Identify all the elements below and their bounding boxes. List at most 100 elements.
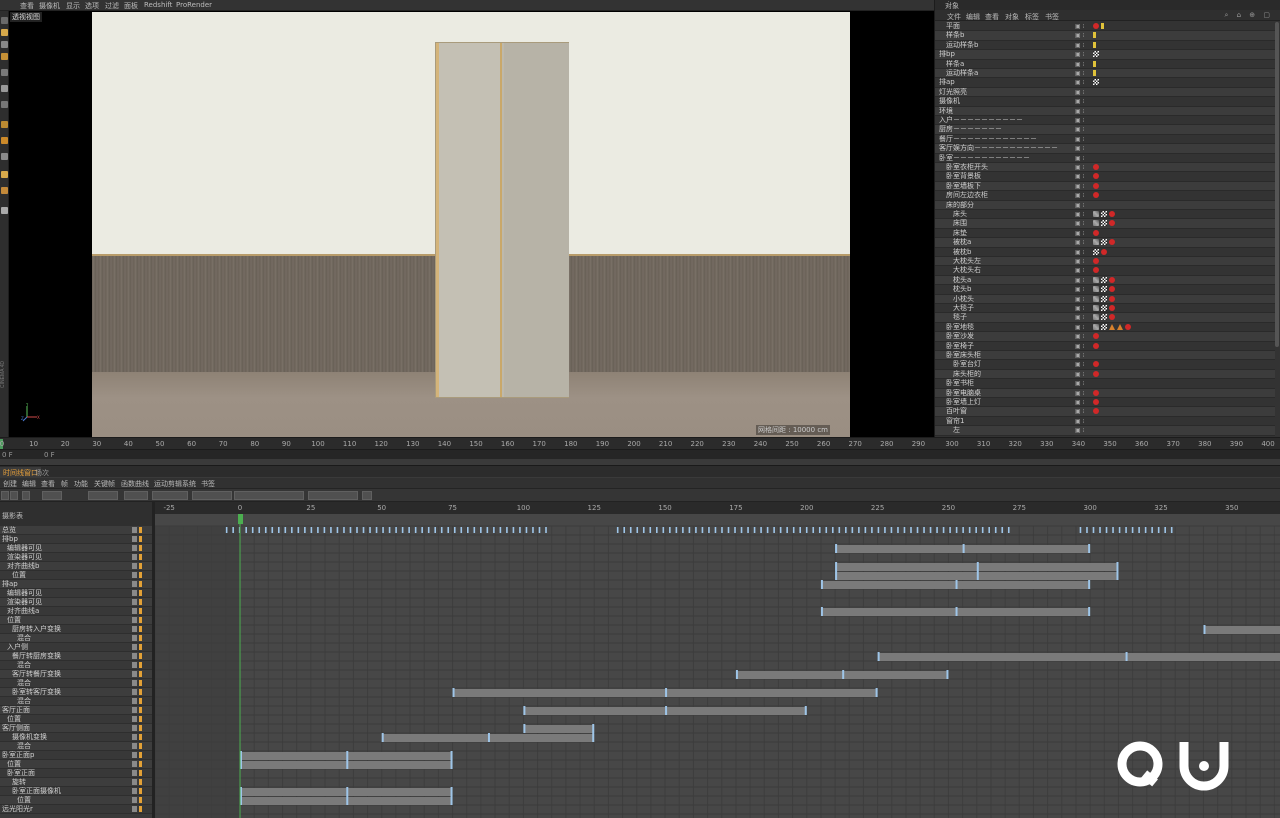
track-flags[interactable] (132, 599, 146, 605)
track-flags[interactable] (132, 635, 146, 641)
object-row[interactable]: 卧室墙上灯 ▣ ⁝ (935, 398, 1275, 408)
track-flags[interactable] (132, 527, 146, 533)
track-lock-icon[interactable] (139, 743, 142, 749)
track-flags[interactable] (132, 689, 146, 695)
object-tag-icon[interactable] (1093, 182, 1099, 189)
object-row[interactable]: 卧室电脑桌 ▣ ⁝ (935, 388, 1275, 398)
track-lock-icon[interactable] (139, 644, 142, 650)
object-tag-icon[interactable] (1093, 361, 1099, 368)
track-toggle-icon[interactable] (132, 608, 137, 614)
object-tag-icon[interactable] (1101, 295, 1107, 302)
menu-item-6[interactable]: Redshift (144, 1, 172, 9)
object-row[interactable]: 排ap ▣ ⁝ (935, 78, 1275, 88)
track-toggle-icon[interactable] (132, 788, 137, 794)
panel-options-icon[interactable]: ⋮ (945, 0, 1277, 8)
object-row[interactable]: 摄像机 ▣ ⁝ (935, 97, 1275, 107)
track-row[interactable]: 卧室正面摄像机 (0, 787, 152, 796)
visibility-toggle-icon[interactable]: ▣ ⁝ (1075, 89, 1084, 96)
visibility-toggle-icon[interactable]: ▣ ⁝ (1075, 192, 1084, 199)
menu-item-1[interactable]: 摄像机 (39, 1, 60, 11)
tool-icon[interactable] (1, 69, 8, 76)
track-flags[interactable] (132, 698, 146, 704)
object-row[interactable]: 餐厅－－－－－－－－－－－－ ▣ ⁝ (935, 135, 1275, 145)
object-row[interactable]: 卧室－－－－－－－－－－－ ▣ ⁝ (935, 154, 1275, 163)
toolbar-button-icon[interactable] (234, 491, 304, 500)
tool-icon[interactable] (1, 137, 8, 144)
visibility-toggle-icon[interactable]: ▣ ⁝ (1075, 51, 1084, 58)
track-lock-icon[interactable] (139, 608, 142, 614)
dopesheet-canvas[interactable] (155, 514, 1280, 818)
visibility-toggle-icon[interactable]: ▣ ⁝ (1075, 380, 1084, 387)
frame-field[interactable]: 0 F (2, 451, 13, 459)
track-toggle-icon[interactable] (132, 716, 137, 722)
track-row[interactable]: 远光阳光r (0, 805, 152, 814)
track-lock-icon[interactable] (139, 689, 142, 695)
object-row[interactable]: 样条b ▣ ⁝ (935, 31, 1275, 41)
track-flags[interactable] (132, 725, 146, 731)
track-lock-icon[interactable] (139, 671, 142, 677)
track-lock-icon[interactable] (139, 554, 142, 560)
track-toggle-icon[interactable] (132, 563, 137, 569)
object-tag-icon[interactable] (1101, 305, 1107, 311)
object-row[interactable]: 左 ▣ ⁝ (935, 426, 1275, 436)
menu-item-4[interactable]: 过滤 (105, 1, 119, 11)
object-row[interactable]: 卧室椅子 ▣ ⁝ (935, 342, 1275, 351)
object-row[interactable]: 厨房－－－－－－－ ▣ ⁝ (935, 125, 1275, 135)
timeline-menu-item[interactable]: 功能 (74, 479, 88, 489)
object-tag-icon[interactable] (1093, 60, 1096, 67)
object-row[interactable]: 客厅娱方向－－－－－－－－－－－－ ▣ ⁝ (935, 144, 1275, 154)
track-row[interactable]: 厨房转入户变换 (0, 625, 152, 634)
track-lock-icon[interactable] (139, 590, 142, 596)
menu-item-0[interactable]: 查看 (20, 1, 34, 11)
object-row[interactable]: 大毯子 ▣ ⁝ (935, 304, 1275, 314)
track-toggle-icon[interactable] (132, 590, 137, 596)
track-lock-icon[interactable] (139, 761, 142, 767)
track-flags[interactable] (132, 536, 146, 542)
visibility-toggle-icon[interactable]: ▣ ⁝ (1075, 211, 1084, 218)
track-row[interactable]: 混合 (0, 661, 152, 670)
timeline-menu-item[interactable]: 关键帧 (94, 479, 115, 489)
object-tag-icon[interactable] (1093, 23, 1099, 29)
object-row[interactable]: 床垫 ▣ ⁝ (935, 229, 1275, 239)
object-tag-icon[interactable] (1093, 408, 1099, 415)
track-flags[interactable] (132, 581, 146, 587)
track-toggle-icon[interactable] (132, 779, 137, 785)
toolbar-button-icon[interactable] (10, 491, 18, 500)
track-flags[interactable] (132, 707, 146, 713)
visibility-toggle-icon[interactable]: ▣ ⁝ (1075, 155, 1084, 162)
object-row[interactable]: 环境 ▣ ⁝ (935, 106, 1275, 116)
object-row[interactable]: 床的部分 ▣ ⁝ (935, 200, 1275, 210)
visibility-toggle-icon[interactable]: ▣ ⁝ (1075, 164, 1084, 171)
object-tag-icon[interactable] (1109, 305, 1115, 311)
object-tag-icon[interactable] (1093, 51, 1099, 58)
toolbar-button-icon[interactable] (362, 491, 372, 500)
timeline-menu-item[interactable]: 函数曲线 (121, 479, 149, 489)
visibility-toggle-icon[interactable]: ▣ ⁝ (1075, 408, 1084, 415)
object-row[interactable]: 毯子 ▣ ⁝ (935, 313, 1275, 323)
visibility-toggle-icon[interactable]: ▣ ⁝ (1075, 352, 1084, 359)
track-lock-icon[interactable] (139, 788, 142, 794)
track-lock-icon[interactable] (139, 770, 142, 776)
visibility-toggle-icon[interactable]: ▣ ⁝ (1075, 145, 1084, 152)
track-toggle-icon[interactable] (132, 734, 137, 740)
track-row[interactable]: 编辑器可见 (0, 544, 152, 553)
tool-icon[interactable] (1, 101, 8, 108)
object-row[interactable]: 卧室墙板下 ▣ ⁝ (935, 181, 1275, 192)
object-tag-icon[interactable] (1093, 295, 1099, 302)
track-flags[interactable] (132, 779, 146, 785)
object-row[interactable]: 平面 ▣ ⁝ (935, 22, 1275, 32)
track-lock-icon[interactable] (139, 734, 142, 740)
visibility-toggle-icon[interactable]: ▣ ⁝ (1075, 296, 1084, 303)
track-lock-icon[interactable] (139, 680, 142, 686)
viewport-frame-ruler[interactable]: 0 10 20 30 40 50 60 70 80 90 100 110 120 130 140 150 160… (0, 437, 935, 449)
object-row[interactable]: 大枕头左 ▣ ⁝ (935, 257, 1275, 267)
track-row[interactable]: 排ap (0, 580, 152, 589)
object-tag-icon[interactable] (1093, 333, 1099, 340)
object-tag-icon[interactable] (1109, 314, 1115, 321)
track-lock-icon[interactable] (139, 527, 142, 533)
object-frame-ruler[interactable]: 300 310 320 330 340 350 360 370 380 390 400 (934, 437, 1280, 449)
track-row[interactable]: 卧室转客厅变换 (0, 688, 152, 697)
object-row[interactable]: 卧室床头柜 ▣ ⁝ (935, 351, 1275, 361)
track-flags[interactable] (132, 671, 146, 677)
tool-icon[interactable] (1, 41, 8, 48)
